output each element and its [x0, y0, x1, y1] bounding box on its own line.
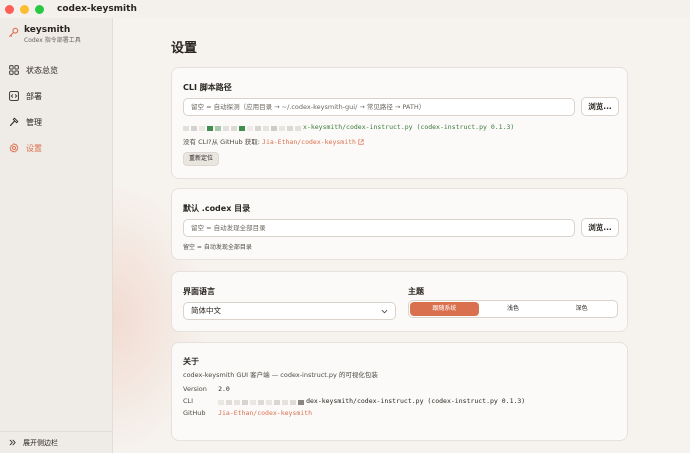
app-window: codex-keysmith keysmith Codex 指令部署工具 状态总… [0, 0, 690, 453]
sidebar-item-deploy[interactable]: 部署 [0, 83, 112, 109]
title-bar: codex-keysmith [0, 0, 690, 18]
sidebar-item-label: 状态总览 [26, 65, 58, 75]
expand-sidebar-button[interactable]: 展开侧边栏 [0, 431, 112, 453]
github-link[interactable]: Jia-Ethan/codex-keysmith [262, 138, 356, 146]
sidebar-item-label: 管理 [26, 117, 42, 127]
language-label: 界面语言 [183, 287, 215, 296]
main-content: 设置 CLI 脚本路径 留空 = 自动探测（应用目录 → ~/.codex-ke… [113, 18, 690, 453]
minimize-window-button[interactable] [20, 4, 29, 14]
theme-option-light[interactable]: 浅色 [479, 302, 548, 316]
theme-option-system[interactable]: 跟随系统 [410, 302, 479, 316]
codex-browse-button[interactable]: 浏览... [581, 218, 619, 237]
theme-label: 主题 [408, 287, 424, 296]
about-cli-key: CLI [183, 397, 194, 405]
code-icon [9, 91, 19, 101]
about-cli-value: dex-keysmith/codex-instruct.py (codex-in… [306, 397, 526, 405]
sidebar-item-settings[interactable]: 设置 [0, 135, 112, 161]
window-title: codex-keysmith [57, 4, 137, 14]
sidebar: keysmith Codex 指令部署工具 状态总览 部署 管理 设置 展开侧边… [0, 18, 113, 453]
window-controls [5, 4, 44, 14]
codex-dir-hint: 留空 = 自动发现全部目录 [183, 244, 252, 251]
hammer-icon [9, 117, 19, 127]
cli-detected-path: x-keysmith/codex-instruct.py (codex-inst… [183, 123, 514, 131]
brand: keysmith Codex 指令部署工具 [0, 18, 112, 45]
external-link-icon [358, 139, 364, 145]
about-github-key: GitHub [183, 409, 206, 417]
theme-option-dark[interactable]: 深色 [547, 302, 616, 316]
sidebar-item-manage[interactable]: 管理 [0, 109, 112, 135]
redacted-block [183, 125, 303, 131]
about-version-key: Version [183, 385, 207, 393]
about-description: codex-keysmith GUI 客户端 — codex-instruct.… [183, 371, 378, 379]
close-window-button[interactable] [5, 4, 14, 14]
no-cli-prefix: 没有 CLI?从 GitHub 获取: [183, 138, 260, 146]
double-chevron-right-icon [9, 439, 16, 446]
about-version-row: Version 2.0 [183, 385, 230, 393]
language-select-value: 简体中文 [191, 306, 221, 315]
about-github-link[interactable]: Jia-Ethan/codex-keysmith [218, 409, 312, 417]
theme-segmented-control: 跟随系统 浅色 深色 [408, 300, 618, 318]
about-card: 关于 codex-keysmith GUI 客户端 — codex-instru… [171, 342, 628, 441]
codex-dir-input[interactable]: 留空 = 自动发现全部目录 [183, 219, 575, 237]
no-cli-hint: 没有 CLI?从 GitHub 获取: Jia-Ethan/codex-keys… [183, 136, 364, 146]
key-icon [8, 27, 19, 38]
chevron-down-icon [381, 309, 388, 314]
cli-path-card: CLI 脚本路径 留空 = 自动探测（应用目录 → ~/.codex-keysm… [171, 67, 628, 179]
cli-detected-text: x-keysmith/codex-instruct.py (codex-inst… [303, 123, 515, 131]
card-title: 默认 .codex 目录 [183, 204, 251, 213]
about-cli-row: CLI dex-keysmith/codex-instruct.py (code… [183, 397, 525, 405]
relocate-button[interactable]: 重新定位 [183, 152, 220, 166]
sidebar-item-overview[interactable]: 状态总览 [0, 57, 112, 83]
sidebar-item-label: 设置 [26, 143, 42, 153]
grid-icon [9, 65, 19, 75]
page-title: 设置 [171, 41, 198, 56]
preferences-card: 界面语言 简体中文 主题 跟随系统 浅色 深色 [171, 271, 628, 332]
gear-icon [9, 143, 19, 153]
card-title: CLI 脚本路径 [183, 83, 232, 92]
redacted-block [218, 399, 306, 405]
brand-subtitle: Codex 指令部署工具 [24, 37, 81, 44]
card-title: 关于 [183, 357, 199, 366]
sidebar-item-label: 部署 [26, 91, 42, 101]
codex-dir-card: 默认 .codex 目录 留空 = 自动发现全部目录 浏览... 留空 = 自动… [171, 188, 628, 260]
cli-path-input[interactable]: 留空 = 自动探测（应用目录 → ~/.codex-keysmith-gui/ … [183, 98, 575, 116]
expand-sidebar-label: 展开侧边栏 [23, 438, 58, 447]
brand-name: keysmith [24, 25, 71, 35]
maximize-window-button[interactable] [35, 4, 44, 14]
language-select[interactable]: 简体中文 [183, 302, 396, 320]
sidebar-nav: 状态总览 部署 管理 设置 [0, 57, 112, 161]
about-version-value: 2.0 [218, 385, 230, 393]
cli-browse-button[interactable]: 浏览... [581, 97, 619, 116]
about-github-row: GitHub Jia-Ethan/codex-keysmith [183, 409, 312, 417]
